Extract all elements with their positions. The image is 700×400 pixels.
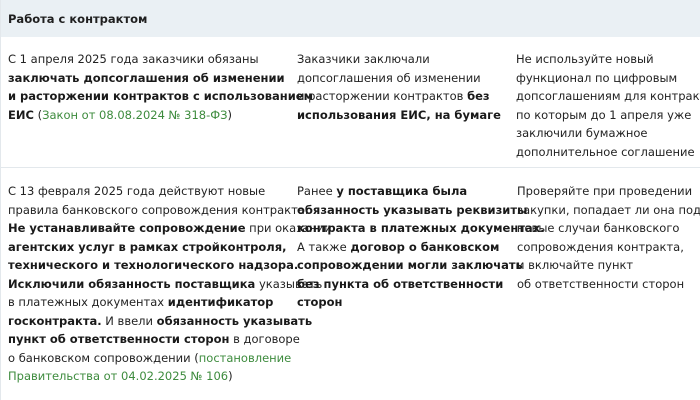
text-line: в платежных документах идентификатор — [8, 293, 284, 312]
was-cell: Заказчики заключали допсоглашения об изме… — [290, 37, 509, 167]
plain-text: допсоглашениям для контрактов, — [516, 89, 700, 103]
text-line: новые случаи банковского — [517, 219, 695, 238]
emphasis-text: идентификатор — [167, 295, 274, 309]
text-line: агентских услуг в рамках стройконтроля, — [8, 238, 287, 257]
emphasis-text: агентских услуг в рамках стройконтроля, — [8, 239, 287, 254]
emphasis-text: сопровождении могли заключать — [297, 258, 523, 272]
text-line: А также договор о банковском — [297, 238, 504, 257]
text-line: заключать допсоглашения об изменении — [8, 69, 285, 88]
plain-text: ) — [228, 369, 233, 383]
action-cell: Не используйте новый функционал по цифров… — [509, 37, 700, 167]
law-reference-link[interactable]: Закон от 08.08.2024 № 318-ФЗ — [42, 108, 227, 122]
emphasis-text: и расторжении контрактов с использование… — [8, 89, 313, 103]
emphasis-text: у поставщика была — [336, 184, 468, 198]
emphasis-text: технического и технологического надзора. — [8, 258, 299, 272]
plain-text: правила банковского сопровождения контра… — [8, 202, 309, 217]
text-line: по которым до 1 апреля уже — [516, 106, 694, 125]
text-line: правила банковского сопровождения контра… — [8, 201, 309, 220]
emphasis-text: Исключили обязанность поставщика — [8, 276, 256, 291]
plain-text: и включайте пункт — [517, 258, 634, 272]
text-line: С 13 февраля 2025 года действуют новые — [8, 182, 284, 201]
emphasis-text: без — [467, 89, 490, 103]
plain-text: С 13 февраля 2025 года действуют новые — [8, 184, 266, 198]
emphasis-text: контракта в платежных документах. — [297, 221, 545, 235]
plain-text: Не используйте новый — [516, 52, 654, 66]
text-line: Заказчики заключали — [297, 50, 503, 69]
text-line: заключили бумажное — [516, 124, 694, 143]
text-line: сопровождения контракта, — [517, 238, 695, 257]
text-line: о банковском сопровождении (постановлени… — [8, 349, 291, 368]
emphasis-text: без пункта об ответственности — [297, 276, 504, 291]
text-line: функционал по цифровым — [516, 69, 694, 88]
text-line: технического и технологического надзора. — [8, 256, 298, 275]
text-line: пункт об ответственности сторон в догово… — [8, 330, 300, 349]
plain-text: ) — [227, 107, 233, 122]
text-line: и расторжении контрактов с использование… — [8, 87, 313, 106]
text-line: С 1 апреля 2025 года заказчики обязаны — [8, 50, 284, 69]
text-line: ЕИС (Закон от 08.08.2024 № 318-ФЗ) — [8, 106, 284, 125]
emphasis-text: Не устанавливайте сопровождение — [8, 221, 246, 235]
action-cell: Проверяйте при проведении закупки, попада… — [510, 168, 700, 400]
plain-text: функционал по цифровым — [516, 70, 678, 85]
text-line: использования ЕИС, на бумаге — [297, 106, 503, 125]
emphasis-text: пункт об ответственности сторон — [8, 332, 230, 346]
emphasis-text: обязанность указывать реквизиты — [297, 202, 528, 217]
plain-text: в платежных документах — [8, 295, 168, 309]
plain-text: С 1 апреля 2025 года заказчики обязаны — [8, 52, 259, 66]
text-line: Ранее у поставщика была — [297, 182, 504, 201]
text-line: Проверяйте при проведении — [517, 182, 695, 201]
emphasis-text: использования ЕИС, на бумаге — [297, 107, 501, 122]
text-line: дополнительное соглашение — [516, 143, 695, 162]
text-line: допсоглашения об изменении — [297, 69, 503, 88]
emphasis-text: сторон — [297, 295, 343, 309]
plain-text: И ввели — [101, 313, 157, 328]
text-line: и включайте пункт — [517, 256, 695, 275]
text-line: об ответственности сторон — [517, 275, 695, 294]
text-line: обязанность указывать реквизиты — [297, 201, 527, 220]
plain-text: допсоглашения об изменении — [297, 70, 481, 85]
text-line: Не устанавливайте сопровождение при оказ… — [8, 219, 332, 238]
emphasis-text: ЕИС — [8, 107, 34, 122]
plain-text: новые случаи банковского — [517, 221, 680, 235]
plain-text: закупки, попадает ли она под — [517, 202, 700, 217]
emphasis-text: заключать допсоглашения об изменении — [8, 70, 285, 85]
text-line: закупки, попадает ли она под — [517, 201, 700, 220]
plain-text: об ответственности сторон — [517, 276, 685, 291]
plain-text: по которым до 1 апреля уже — [516, 107, 692, 122]
section-header: Работа с контрактом — [1, 0, 700, 37]
text-line: без пункта об ответственности — [297, 275, 504, 294]
change-cell: С 13 февраля 2025 года действуют новые пр… — [1, 168, 332, 400]
plain-text: сопровождения контракта, — [517, 239, 684, 254]
plain-text: А также — [297, 239, 351, 254]
plain-text: заключили бумажное — [516, 126, 648, 140]
emphasis-text: обязанность указывать — [156, 313, 313, 328]
text-line: сопровождении могли заключать — [297, 256, 523, 275]
emphasis-text: договор о банковском — [350, 239, 500, 254]
plain-text: дополнительное соглашение — [516, 144, 695, 159]
table-row: С 13 февраля 2025 года действуют новые пр… — [1, 168, 700, 400]
text-line: Правительства от 04.02.2025 № 106) — [8, 367, 284, 386]
contract-work-table: Работа с контрактом С 1 апреля 2025 года… — [0, 0, 700, 400]
plain-text: о банковском сопровождении ( — [8, 350, 199, 365]
text-line: Исключили обязанность поставщика указыва… — [8, 275, 322, 294]
text-line: Не используйте новый — [516, 50, 694, 69]
text-line: допсоглашениям для контрактов, — [516, 87, 700, 106]
text-line: госконтракта. И ввели обязанность указыв… — [8, 312, 312, 331]
plain-text: ( — [33, 107, 43, 122]
law-reference-link[interactable]: постановление — [199, 351, 291, 365]
emphasis-text: госконтракта. — [8, 313, 102, 328]
law-reference-link[interactable]: Правительства от 04.02.2025 № 106 — [8, 369, 228, 383]
plain-text: Заказчики заключали — [297, 52, 430, 66]
text-line: контракта в платежных документах. — [297, 219, 544, 238]
plain-text: Ранее — [297, 184, 337, 198]
plain-text: Проверяйте при проведении — [517, 184, 693, 198]
plain-text: и расторжении контрактов — [297, 89, 468, 103]
text-line: и расторжении контрактов без — [297, 87, 503, 106]
text-line: сторон — [297, 293, 504, 312]
table-row: С 1 апреля 2025 года заказчики обязаны за… — [1, 37, 700, 168]
change-cell: С 1 апреля 2025 года заказчики обязаны за… — [1, 37, 313, 167]
section-title: Работа с контрактом — [8, 11, 148, 26]
was-cell: Ранее у поставщика была обязанность указы… — [290, 168, 544, 400]
